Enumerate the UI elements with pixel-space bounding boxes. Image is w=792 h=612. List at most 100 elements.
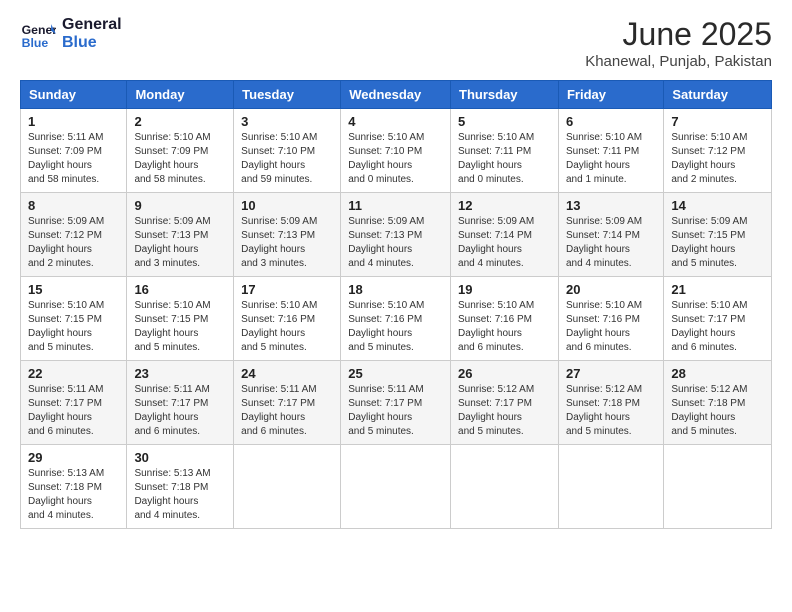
header: General Blue General Blue June 2025 Khan…	[20, 16, 772, 70]
day-info: Sunrise: 5:11 AMSunset: 7:17 PMDaylight …	[28, 384, 103, 437]
day-number: 14	[671, 198, 764, 213]
day-info: Sunrise: 5:09 AMSunset: 7:13 PMDaylight …	[134, 216, 210, 269]
day-number: 1	[28, 114, 119, 129]
day-info: Sunrise: 5:09 AMSunset: 7:13 PMDaylight …	[348, 216, 424, 269]
calendar-cell: 25Sunrise: 5:11 AMSunset: 7:17 PMDayligh…	[341, 361, 451, 445]
logo-icon: General Blue	[20, 16, 56, 52]
day-info: Sunrise: 5:10 AMSunset: 7:16 PMDaylight …	[458, 300, 534, 353]
day-number: 27	[566, 366, 656, 381]
day-info: Sunrise: 5:10 AMSunset: 7:10 PMDaylight …	[241, 132, 317, 185]
logo-general: General	[62, 16, 122, 34]
svg-text:General: General	[22, 23, 56, 37]
calendar-cell: 3 Sunrise: 5:10 AMSunset: 7:10 PMDaylight…	[234, 109, 341, 193]
calendar-cell: 17Sunrise: 5:10 AMSunset: 7:16 PMDayligh…	[234, 277, 341, 361]
calendar-cell: 10 Sunrise: 5:09 AMSunset: 7:13 PMDayligh…	[234, 193, 341, 277]
day-number: 2	[134, 114, 226, 129]
main-title: June 2025	[585, 16, 772, 53]
day-number: 15	[28, 282, 119, 297]
calendar-cell: 30 Sunrise: 5:13 AMSunset: 7:18 PMDayligh…	[127, 445, 234, 529]
day-info: Sunrise: 5:10 AMSunset: 7:11 PMDaylight …	[566, 132, 642, 185]
calendar-week-2: 8Sunrise: 5:09 AMSunset: 7:12 PMDaylight…	[21, 193, 772, 277]
day-number: 19	[458, 282, 551, 297]
day-number: 3	[241, 114, 333, 129]
day-info: Sunrise: 5:10 AMSunset: 7:10 PMDaylight …	[348, 132, 424, 185]
day-number: 30	[134, 450, 226, 465]
day-number: 7	[671, 114, 764, 129]
day-number: 20	[566, 282, 656, 297]
page: General Blue General Blue June 2025 Khan…	[0, 0, 792, 612]
day-info: Sunrise: 5:12 AMSunset: 7:18 PMDaylight …	[566, 384, 642, 437]
day-info: Sunrise: 5:09 AMSunset: 7:13 PMDaylight …	[241, 216, 317, 269]
calendar-cell	[664, 445, 772, 529]
day-info: Sunrise: 5:10 AMSunset: 7:09 PMDaylight …	[134, 132, 210, 185]
day-info: Sunrise: 5:11 AMSunset: 7:17 PMDaylight …	[134, 384, 209, 437]
calendar-cell	[341, 445, 451, 529]
calendar-cell: 4Sunrise: 5:10 AMSunset: 7:10 PMDaylight…	[341, 109, 451, 193]
day-number: 10	[241, 198, 333, 213]
calendar-cell: 1 Sunrise: 5:11 AMSunset: 7:09 PMDaylight…	[21, 109, 127, 193]
day-number: 12	[458, 198, 551, 213]
day-number: 6	[566, 114, 656, 129]
logo-blue: Blue	[62, 34, 122, 52]
day-number: 18	[348, 282, 443, 297]
calendar-cell: 26Sunrise: 5:12 AMSunset: 7:17 PMDayligh…	[451, 361, 559, 445]
calendar-header-row: SundayMondayTuesdayWednesdayThursdayFrid…	[21, 81, 772, 109]
calendar-cell: 21Sunrise: 5:10 AMSunset: 7:17 PMDayligh…	[664, 277, 772, 361]
day-info: Sunrise: 5:10 AMSunset: 7:17 PMDaylight …	[671, 300, 747, 353]
calendar-cell	[558, 445, 663, 529]
subtitle: Khanewal, Punjab, Pakistan	[585, 53, 772, 70]
calendar-cell: 29Sunrise: 5:13 AMSunset: 7:18 PMDayligh…	[21, 445, 127, 529]
col-header-monday: Monday	[127, 81, 234, 109]
col-header-sunday: Sunday	[21, 81, 127, 109]
day-info: Sunrise: 5:10 AMSunset: 7:15 PMDaylight …	[134, 300, 210, 353]
calendar-cell	[451, 445, 559, 529]
day-info: Sunrise: 5:09 AMSunset: 7:14 PMDaylight …	[566, 216, 642, 269]
day-number: 28	[671, 366, 764, 381]
calendar-cell: 13 Sunrise: 5:09 AMSunset: 7:14 PMDayligh…	[558, 193, 663, 277]
day-info: Sunrise: 5:10 AMSunset: 7:16 PMDaylight …	[566, 300, 642, 353]
calendar-cell: 24Sunrise: 5:11 AMSunset: 7:17 PMDayligh…	[234, 361, 341, 445]
day-info: Sunrise: 5:13 AMSunset: 7:18 PMDaylight …	[134, 468, 210, 521]
col-header-thursday: Thursday	[451, 81, 559, 109]
calendar-week-1: 1 Sunrise: 5:11 AMSunset: 7:09 PMDaylight…	[21, 109, 772, 193]
calendar-cell: 9 Sunrise: 5:09 AMSunset: 7:13 PMDaylight…	[127, 193, 234, 277]
calendar-cell: 22 Sunrise: 5:11 AMSunset: 7:17 PMDayligh…	[21, 361, 127, 445]
calendar-cell: 2 Sunrise: 5:10 AMSunset: 7:09 PMDaylight…	[127, 109, 234, 193]
day-number: 29	[28, 450, 119, 465]
calendar-cell: 6 Sunrise: 5:10 AMSunset: 7:11 PMDaylight…	[558, 109, 663, 193]
calendar-cell: 12 Sunrise: 5:09 AMSunset: 7:14 PMDayligh…	[451, 193, 559, 277]
day-number: 9	[134, 198, 226, 213]
calendar-cell: 18Sunrise: 5:10 AMSunset: 7:16 PMDayligh…	[341, 277, 451, 361]
day-info: Sunrise: 5:10 AMSunset: 7:16 PMDaylight …	[241, 300, 317, 353]
day-number: 22	[28, 366, 119, 381]
day-info: Sunrise: 5:09 AMSunset: 7:14 PMDaylight …	[458, 216, 534, 269]
calendar-cell: 5 Sunrise: 5:10 AMSunset: 7:11 PMDaylight…	[451, 109, 559, 193]
col-header-friday: Friday	[558, 81, 663, 109]
col-header-saturday: Saturday	[664, 81, 772, 109]
calendar-cell: 20 Sunrise: 5:10 AMSunset: 7:16 PMDayligh…	[558, 277, 663, 361]
day-info: Sunrise: 5:10 AMSunset: 7:11 PMDaylight …	[458, 132, 534, 185]
day-info: Sunrise: 5:11 AMSunset: 7:09 PMDaylight …	[28, 132, 103, 185]
day-info: Sunrise: 5:09 AMSunset: 7:15 PMDaylight …	[671, 216, 747, 269]
calendar-cell: 27 Sunrise: 5:12 AMSunset: 7:18 PMDayligh…	[558, 361, 663, 445]
calendar-cell: 23 Sunrise: 5:11 AMSunset: 7:17 PMDayligh…	[127, 361, 234, 445]
calendar-cell: 15Sunrise: 5:10 AMSunset: 7:15 PMDayligh…	[21, 277, 127, 361]
day-info: Sunrise: 5:11 AMSunset: 7:17 PMDaylight …	[241, 384, 316, 437]
calendar-cell: 7 Sunrise: 5:10 AMSunset: 7:12 PMDaylight…	[664, 109, 772, 193]
svg-text:Blue: Blue	[22, 36, 49, 50]
day-number: 11	[348, 198, 443, 213]
calendar-week-3: 15 Sunrise: 5:10 AMSunset: 7:15 PMDayligh…	[21, 277, 772, 361]
day-number: 13	[566, 198, 656, 213]
day-info: Sunrise: 5:10 AMSunset: 7:12 PMDaylight …	[671, 132, 747, 185]
calendar-cell: 16 Sunrise: 5:10 AMSunset: 7:15 PMDayligh…	[127, 277, 234, 361]
day-number: 26	[458, 366, 551, 381]
day-number: 5	[458, 114, 551, 129]
calendar-table: SundayMondayTuesdayWednesdayThursdayFrid…	[20, 80, 772, 529]
day-info: Sunrise: 5:12 AMSunset: 7:18 PMDaylight …	[671, 384, 747, 437]
day-number: 16	[134, 282, 226, 297]
calendar-week-4: 22 Sunrise: 5:11 AMSunset: 7:17 PMDayligh…	[21, 361, 772, 445]
calendar-cell: 8Sunrise: 5:09 AMSunset: 7:12 PMDaylight…	[21, 193, 127, 277]
calendar-cell: 14 Sunrise: 5:09 AMSunset: 7:15 PMDayligh…	[664, 193, 772, 277]
day-number: 23	[134, 366, 226, 381]
calendar-cell: 11 Sunrise: 5:09 AMSunset: 7:13 PMDayligh…	[341, 193, 451, 277]
